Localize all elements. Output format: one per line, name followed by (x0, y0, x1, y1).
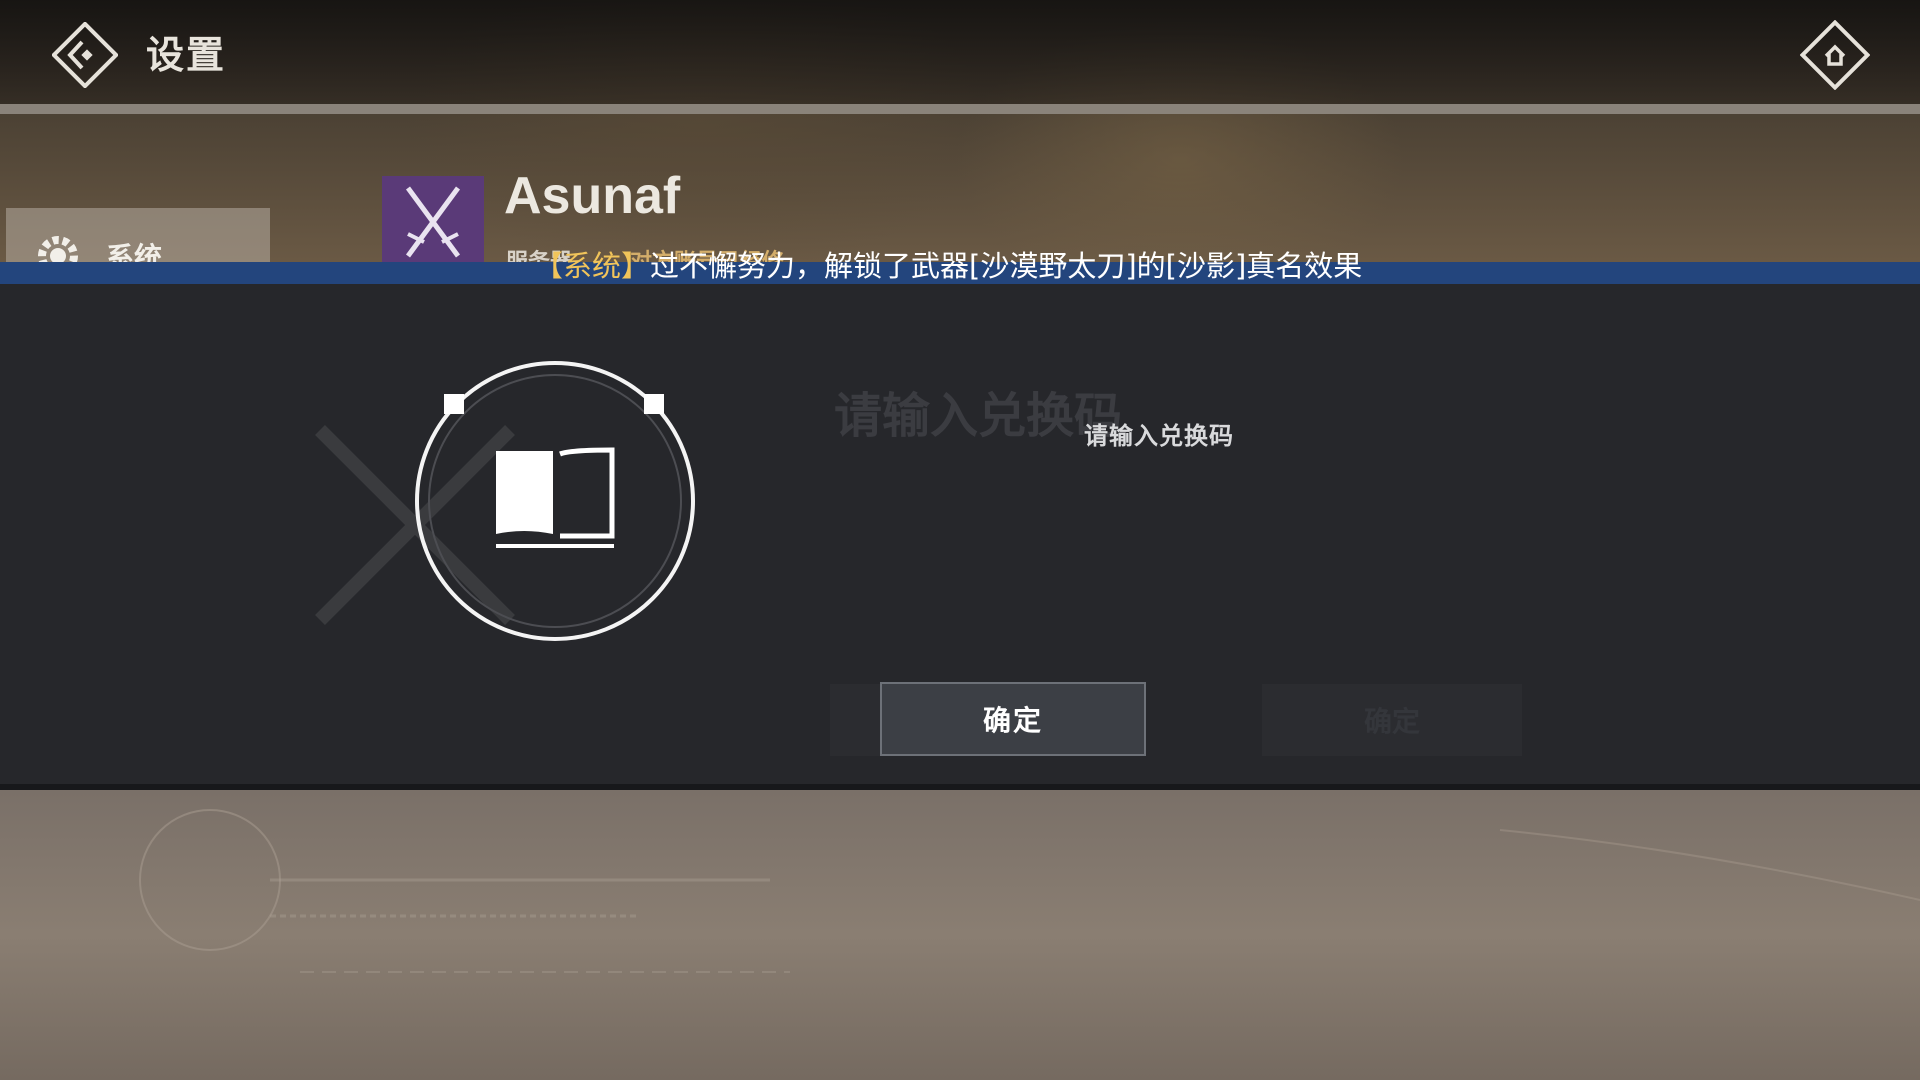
diamond-back-icon (51, 21, 119, 89)
redeem-code-label: 请输入兑换码 (1084, 422, 1234, 450)
notification-text: 【系统】过不懈努力，解锁了武器[沙漠野太刀]的[沙影]真名效果 (534, 244, 1362, 288)
background-decoration (139, 809, 1920, 973)
header-divider (0, 104, 1920, 114)
notification-tag: 【系统】 (534, 249, 651, 283)
header-bar (0, 0, 1920, 104)
redeem-code-input[interactable] (830, 480, 1534, 552)
page-title: 设置 (146, 33, 227, 77)
player-name: Asunaf (504, 167, 681, 225)
home-button[interactable] (1799, 19, 1871, 91)
faded-confirm-button: 确定 (1262, 684, 1522, 756)
sidebar-item-system[interactable]: 系统 (6, 208, 270, 268)
book-icon (415, 361, 695, 641)
confirm-button[interactable]: 确定 (880, 682, 1146, 756)
crossed-swords-icon (382, 176, 484, 266)
diamond-home-icon (1799, 19, 1871, 91)
faded-confirm-label: 确定 (1363, 705, 1420, 738)
notification-message: 过不懈努力，解锁了武器[沙漠野太刀]的[沙影]真名效果 (650, 249, 1363, 283)
back-button[interactable] (51, 21, 119, 89)
dialog-bottom-edge (0, 784, 1920, 790)
faded-dialog-title: 请输入兑换码 (834, 388, 1123, 444)
